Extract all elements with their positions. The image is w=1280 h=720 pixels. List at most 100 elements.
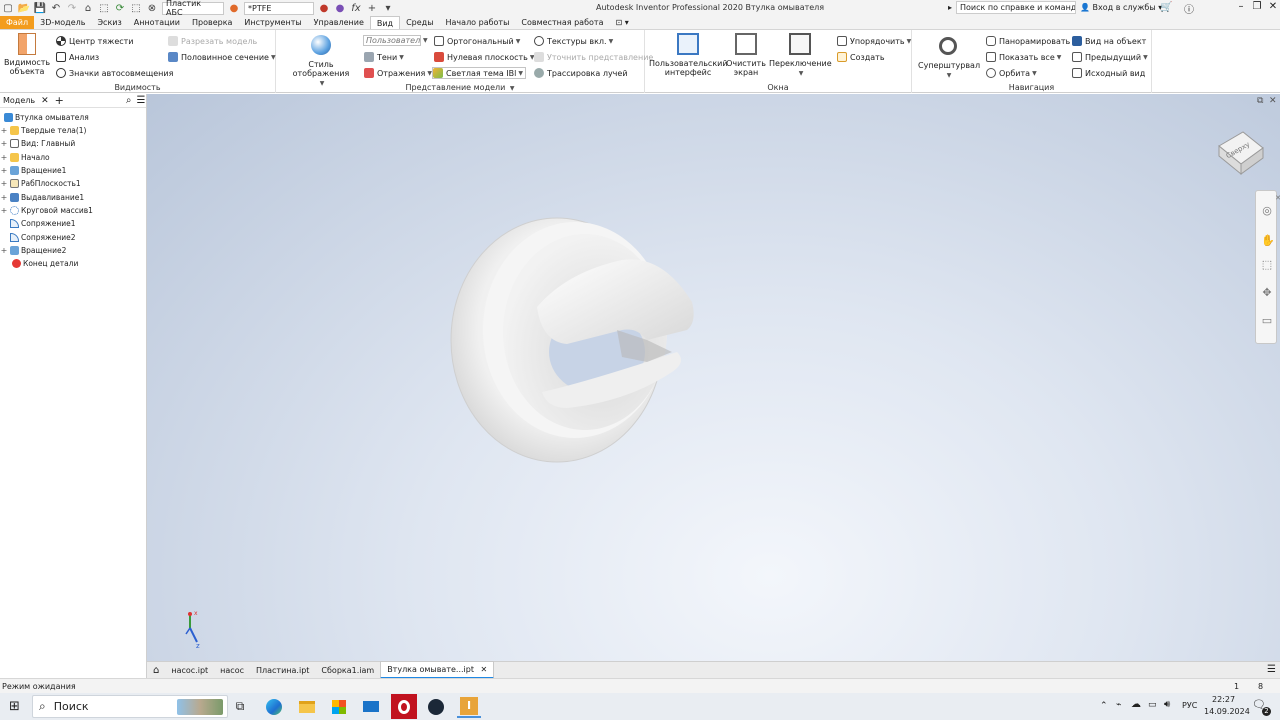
doc-tab-nasos[interactable]: насос (214, 663, 250, 678)
light-theme-select[interactable]: Светлая тема IBl ▼ (432, 67, 527, 79)
arrange-button[interactable]: Упорядочить ▼ (837, 35, 911, 47)
expand-icon[interactable]: + (0, 139, 8, 148)
orbit-icon[interactable]: ✥ (1261, 287, 1273, 299)
steering-wheel-icon[interactable]: ◎ (1261, 205, 1273, 217)
minimize-button[interactable]: – (1234, 1, 1248, 15)
nav-close-icon[interactable]: ✕ (1272, 192, 1280, 204)
customize-icon[interactable]: ▾ (382, 2, 394, 14)
ground-plane-button[interactable]: Нулевая плоскость ▼ (434, 51, 535, 63)
opera-icon[interactable] (391, 694, 417, 719)
new-window-button[interactable]: Создать (837, 51, 885, 63)
tree-item-origin[interactable]: + Начало (0, 151, 50, 163)
panel-title-appearance[interactable]: Представление модели ▼ (276, 83, 644, 92)
shadows-button[interactable]: Тени ▼ (364, 51, 404, 63)
expand-icon[interactable]: + (0, 126, 8, 135)
select-icon[interactable]: ⬚ (98, 2, 110, 14)
task-view-icon[interactable]: ⧉ (228, 695, 252, 718)
analysis-button[interactable]: Анализ (56, 51, 99, 63)
viewcube[interactable]: Сверху (1213, 124, 1267, 178)
help-icon[interactable]: ⓘ (1184, 1, 1194, 16)
slice-model-button[interactable]: Разрезать модель (168, 35, 257, 47)
browser-tab-model[interactable]: Модель (3, 96, 35, 105)
doc-tab-vtulka[interactable]: Втулка омывате...ipt ✕ (380, 661, 495, 679)
doc-tab-sborka1[interactable]: Сборка1.iam (315, 663, 380, 678)
tab-sketch[interactable]: Эскиз (91, 16, 127, 29)
add-browser-icon[interactable]: + (55, 94, 64, 107)
home-tab-icon[interactable]: ⌂ (147, 665, 165, 676)
pan-hand-icon[interactable]: ✋ (1261, 235, 1275, 247)
expand-icon[interactable]: + (0, 246, 8, 255)
doc-tab-nasos-ipt[interactable]: насос.ipt (165, 663, 214, 678)
display-style-button[interactable]: Стиль отображения ▼ (282, 33, 360, 88)
steam-icon[interactable] (424, 695, 448, 718)
start-button[interactable]: ⊞ (9, 699, 20, 714)
search-icon[interactable]: ⌕ (126, 95, 132, 106)
ray-tracing-button[interactable]: Трассировка лучей (534, 67, 628, 79)
store-icon[interactable] (327, 695, 351, 718)
pan-button[interactable]: Панорамировать (986, 35, 1070, 47)
tray-language[interactable]: РУС (1182, 701, 1197, 710)
cart-icon[interactable]: 🛒 (1160, 2, 1172, 13)
tray-cloud-icon[interactable]: ☁ (1131, 699, 1141, 710)
tab-inspect[interactable]: Проверка (186, 16, 238, 29)
add-icon[interactable]: + (366, 2, 378, 14)
appearance-select[interactable]: *PTFE (244, 1, 314, 15)
look-at-icon[interactable]: ▭ (1261, 315, 1273, 327)
help-search-input[interactable]: Поиск по справке и командам... (956, 1, 1076, 14)
close-button[interactable]: ✕ (1266, 1, 1280, 15)
expand-icon[interactable]: + (0, 179, 8, 188)
object-visibility-button[interactable]: Видимость объекта (4, 33, 50, 76)
tab-3d-model[interactable]: 3D-модель (34, 16, 91, 29)
doc-tab-plastina[interactable]: Пластина.ipt (250, 663, 315, 678)
mail-icon[interactable] (359, 695, 383, 718)
measure-icon[interactable]: ⬚ (130, 2, 142, 14)
refine-button[interactable]: Уточнить представление (534, 51, 653, 63)
close-tab-icon[interactable]: ✕ (481, 665, 488, 674)
tree-item-fillet2[interactable]: Сопряжение2 (8, 231, 76, 243)
expand-icon[interactable]: + (0, 153, 8, 162)
tree-item-workplane1[interactable]: + РабПлоскость1 (0, 177, 81, 189)
graphics-viewport[interactable]: ⧉ ✕ Сверху ✕ ◎ ✋ ⬚ ✥ ▭ x z (147, 94, 1280, 661)
tab-get-started[interactable]: Начало работы (440, 16, 516, 29)
new-file-icon[interactable]: ▢ (2, 2, 14, 14)
orbit-button[interactable]: Орбита ▼ (986, 67, 1037, 79)
tree-root[interactable]: Втулка омывателя (2, 111, 89, 123)
user-interface-button[interactable]: Пользовательский интерфейс (649, 33, 728, 77)
tab-collaborate[interactable]: Совместная работа (515, 16, 609, 29)
tree-item-extrude1[interactable]: + Выдавливание1 (0, 191, 84, 203)
edge-icon[interactable] (262, 695, 286, 718)
material-select[interactable]: Пластик АБС (162, 0, 224, 17)
zoom-all-button[interactable]: Показать все ▼ (986, 51, 1061, 63)
tab-environments[interactable]: Среды (400, 16, 439, 29)
tree-item-solid-bodies[interactable]: + Твердые тела(1) (0, 124, 86, 136)
tab-annotate[interactable]: Аннотации (128, 16, 186, 29)
expand-icon[interactable]: + (0, 193, 8, 202)
user-display-select[interactable]: Пользовател ▼ (363, 34, 428, 46)
restore-button[interactable]: ❐ (1250, 1, 1264, 15)
expand-icon[interactable]: ▸ (948, 3, 952, 12)
tab-extra-toggle[interactable]: ⊡ ▾ (609, 16, 634, 29)
adjust-icon[interactable]: ● (334, 2, 346, 14)
save-icon[interactable]: 💾 (34, 2, 46, 14)
fx-parameters-icon[interactable]: fx (350, 2, 362, 14)
previous-view-button[interactable]: Предыдущий ▼ (1072, 51, 1148, 63)
textures-button[interactable]: Текстуры вкл. ▼ (534, 35, 613, 47)
home-icon[interactable]: ⌂ (82, 2, 94, 14)
tab-file[interactable]: Файл (0, 16, 35, 29)
tree-item-revolve1[interactable]: + Вращение1 (0, 164, 66, 176)
clear-appearance-icon[interactable]: ⊗ (146, 2, 158, 14)
tray-network-icon[interactable]: ⌁ (1116, 700, 1121, 710)
explorer-icon[interactable] (295, 695, 319, 718)
home-view-button[interactable]: Исходный вид (1072, 67, 1145, 79)
switch-window-button[interactable]: Переключение ▼ (769, 33, 832, 78)
expand-icon[interactable]: + (0, 206, 8, 215)
tray-chevron-icon[interactable]: ⌃ (1100, 701, 1108, 711)
signin-button[interactable]: 👤 Вход в службы ▾ (1080, 3, 1162, 12)
tab-tools[interactable]: Инструменты (238, 16, 307, 29)
autoconstraints-button[interactable]: Значки автосовмещения (56, 67, 173, 79)
tab-menu-icon[interactable]: ☰ (1267, 664, 1276, 675)
update-icon[interactable]: ⟳ (114, 2, 126, 14)
tray-time[interactable]: 22:27 (1212, 695, 1235, 704)
tab-manage[interactable]: Управление (308, 16, 370, 29)
orthographic-button[interactable]: Ортогональный ▼ (434, 35, 520, 47)
